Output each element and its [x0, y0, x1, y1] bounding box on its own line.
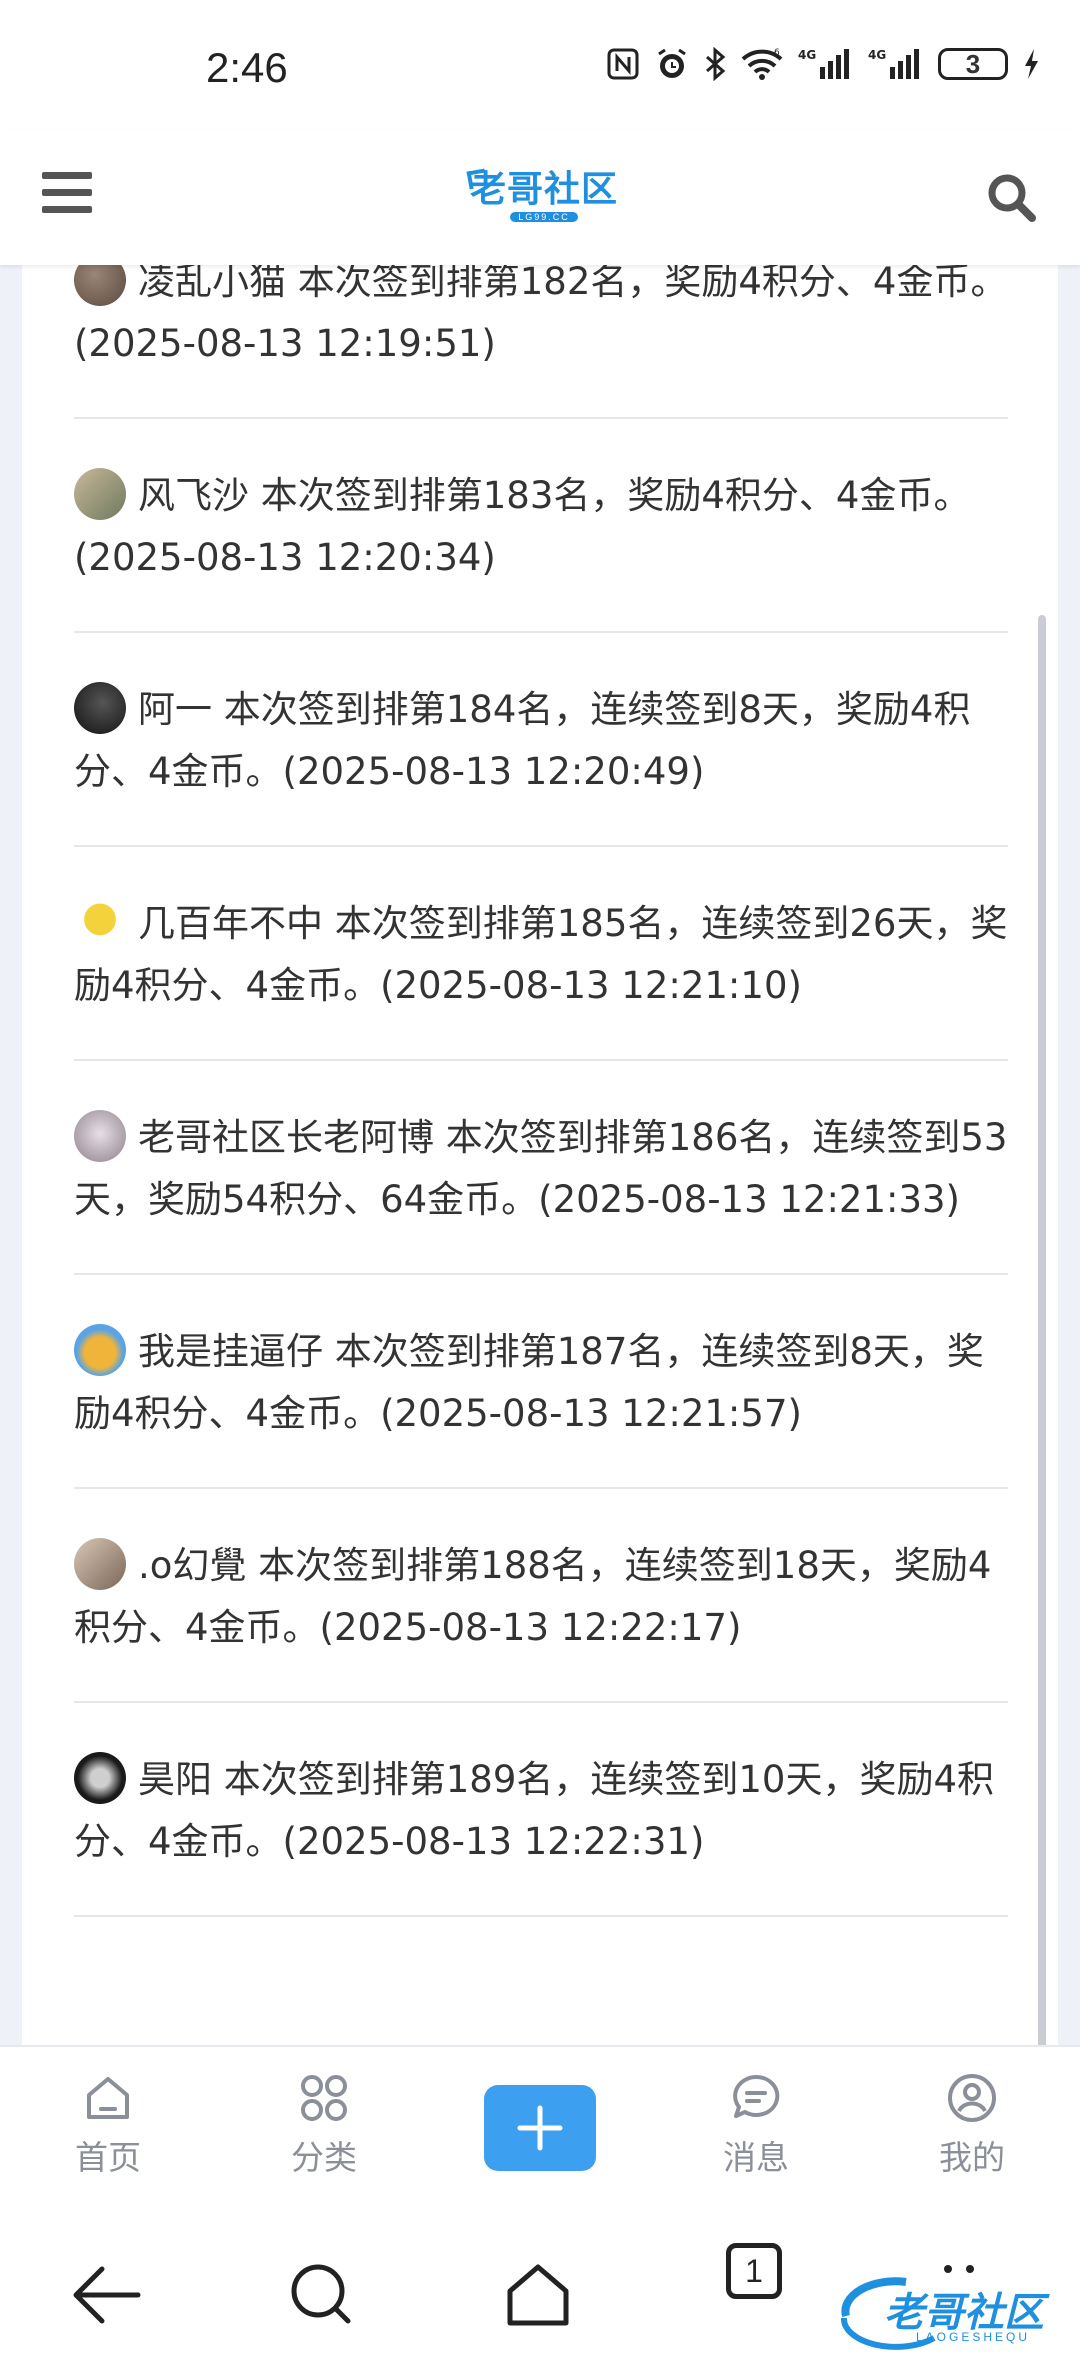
avatar[interactable]	[74, 1752, 126, 1804]
home-icon[interactable]	[498, 2255, 578, 2335]
charging-icon	[1022, 47, 1040, 81]
nav-category-label: 分类	[291, 2138, 357, 2177]
list-item: 阿一 本次签到排第184名，连续签到8天，奖励4积分、4金币。(2025-08-…	[74, 633, 1008, 847]
logo-text: 老哥社区	[469, 169, 618, 210]
signal-icon: 4G	[868, 47, 924, 81]
alarm-icon	[654, 46, 690, 82]
scrollbar-thumb[interactable]	[1038, 615, 1046, 2045]
checkin-text: 几百年不中 本次签到排第185名，连续签到26天，奖励4积分、4金币。(2025…	[74, 902, 1008, 1007]
checkin-text: 风飞沙 本次签到排第183名，奖励4积分、4金币。(2025-08-13 12:…	[74, 474, 971, 579]
list-item: 风飞沙 本次签到排第183名，奖励4积分、4金币。(2025-08-13 12:…	[74, 419, 1008, 633]
search-icon[interactable]	[984, 170, 1040, 226]
add-post-button[interactable]	[484, 2085, 596, 2171]
scrollbar[interactable]	[1038, 615, 1046, 2045]
svg-text:4G: 4G	[798, 48, 816, 62]
home-icon	[87, 2077, 129, 2119]
watermark-sub: LAOGESHEQU	[916, 2330, 1031, 2344]
checkin-text: .o幻覺 本次签到排第188名，连续签到18天，奖励4积分、4金币。(2025-…	[74, 1544, 992, 1649]
checkin-text: 凌乱小猫 本次签到排第182名，奖励4积分、4金币。(2025-08-13 12…	[74, 265, 1008, 365]
nav-me-label: 我的	[939, 2138, 1005, 2177]
checkin-list: 凌乱小猫 本次签到排第182名，奖励4积分、4金币。(2025-08-13 12…	[74, 265, 1008, 1917]
nav-messages-label: 消息	[723, 2138, 789, 2177]
app-header: 老哥社区 LG99.CC	[0, 130, 1080, 265]
checkin-text: 老哥社区长老阿博 本次签到排第186名，连续签到53天，奖励54积分、64金币。…	[74, 1116, 1008, 1221]
avatar[interactable]	[74, 682, 126, 734]
list-item: 几百年不中 本次签到排第185名，连续签到26天，奖励4积分、4金币。(2025…	[74, 847, 1008, 1061]
nav-home[interactable]: 首页	[48, 2069, 168, 2179]
checkin-text: 昊阳 本次签到排第189名，连续签到10天，奖励4积分、4金币。(2025-08…	[74, 1758, 995, 1863]
status-icons: 6 4G 4G 3	[606, 46, 1040, 82]
nav-me[interactable]: 我的	[912, 2069, 1032, 2179]
logo-mark	[466, 168, 488, 190]
nav-messages[interactable]: 消息	[696, 2069, 816, 2179]
bottom-nav: 首页 分类 消息 我的	[0, 2045, 1080, 2209]
checkin-text: 我是挂逼仔 本次签到排第187名，连续签到8天，奖励4积分、4金币。(2025-…	[74, 1330, 984, 1435]
avatar[interactable]	[74, 468, 126, 520]
avatar[interactable]	[74, 1324, 126, 1376]
tabs-button[interactable]: 1	[726, 2243, 782, 2299]
bluetooth-icon	[704, 47, 726, 81]
wifi-icon: 6	[740, 47, 784, 81]
nfc-icon	[606, 47, 640, 81]
list-item: .o幻覺 本次签到排第188名，连续签到18天，奖励4积分、4金币。(2025-…	[74, 1489, 1008, 1703]
search-icon[interactable]	[282, 2255, 362, 2335]
profile-icon	[948, 2074, 996, 2122]
list-item: 凌乱小猫 本次签到排第182名，奖励4积分、4金币。(2025-08-13 12…	[74, 265, 1008, 419]
avatar[interactable]	[74, 896, 126, 948]
avatar[interactable]	[74, 265, 126, 306]
checkin-list-panel[interactable]: 凌乱小猫 本次签到排第182名，奖励4积分、4金币。(2025-08-13 12…	[22, 265, 1058, 2045]
avatar[interactable]	[74, 1110, 126, 1162]
svg-text:6: 6	[774, 48, 780, 58]
menu-icon[interactable]	[42, 172, 92, 222]
avatar[interactable]	[74, 1538, 126, 1590]
nav-category[interactable]: 分类	[264, 2069, 384, 2179]
list-item: 老哥社区长老阿博 本次签到排第186名，连续签到53天，奖励54积分、64金币。…	[74, 1061, 1008, 1275]
chat-icon	[733, 2074, 780, 2118]
watermark-logo: 老哥社区 LAOGESHEQU	[836, 2268, 1066, 2358]
nav-home-label: 首页	[75, 2138, 141, 2177]
status-bar: 2:46 6 4G 4G 3	[0, 0, 1080, 130]
back-icon[interactable]	[66, 2255, 146, 2335]
logo-sub: LG99.CC	[510, 212, 578, 222]
checkin-text: 阿一 本次签到排第184名，连续签到8天，奖励4积分、4金币。(2025-08-…	[74, 688, 971, 793]
site-logo[interactable]: 老哥社区 LG99.CC	[466, 166, 622, 226]
status-time: 2:46	[206, 44, 288, 91]
svg-text:4G: 4G	[868, 48, 886, 62]
signal-icon: 4G	[798, 47, 854, 81]
grid-icon	[301, 2075, 347, 2121]
list-item: 我是挂逼仔 本次签到排第187名，连续签到8天，奖励4积分、4金币。(2025-…	[74, 1275, 1008, 1489]
battery-icon: 3	[938, 48, 1008, 80]
list-item: 昊阳 本次签到排第189名，连续签到10天，奖励4积分、4金币。(2025-08…	[74, 1703, 1008, 1917]
plus-icon	[517, 2105, 563, 2151]
